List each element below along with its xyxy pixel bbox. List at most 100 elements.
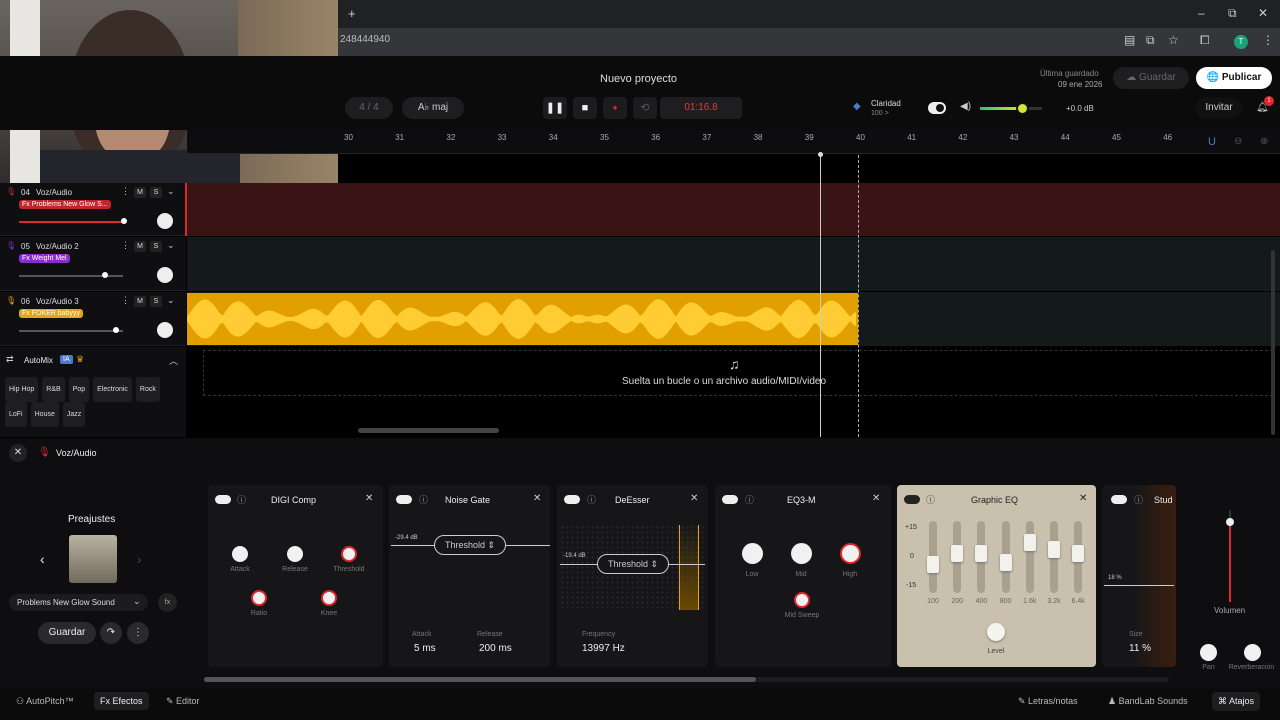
track-volume-handle[interactable]: [113, 327, 119, 333]
audio-clip[interactable]: [187, 293, 858, 345]
project-title[interactable]: Nuevo proyecto: [600, 73, 677, 85]
speaker-icon[interactable]: ◀): [960, 101, 971, 112]
pan-knob[interactable]: [157, 322, 173, 338]
digi-comp-toggle[interactable]: [215, 495, 231, 504]
effects-tab[interactable]: Fx Efectos: [94, 692, 149, 710]
gate-release-value[interactable]: 200 ms: [479, 643, 512, 654]
url-text[interactable]: 248444940: [340, 34, 390, 45]
track-volume-handle[interactable]: [121, 218, 127, 224]
track-menu-icon[interactable]: ⋮: [121, 240, 130, 251]
geq-band-handle[interactable]: [999, 554, 1012, 571]
stop-button[interactable]: ■: [573, 97, 597, 119]
fx-scrollbar-thumb[interactable]: [204, 677, 756, 682]
info-icon[interactable]: ⓘ: [745, 493, 754, 506]
chevron-down-icon[interactable]: ⌄: [167, 186, 175, 197]
lyrics-button[interactable]: ✎ Letras/notas: [1018, 696, 1078, 707]
noise-gate-toggle[interactable]: [396, 495, 412, 504]
geq-band-handle[interactable]: [1048, 541, 1060, 559]
geq-band-handle[interactable]: [975, 545, 988, 562]
bandlab-sounds-button[interactable]: ♟ BandLab Sounds: [1108, 696, 1188, 707]
track-header[interactable]: 🎙︎ 06 Voz/Audio 3 ⋮ M S ⌄ Fx FOKER babyyy: [0, 292, 186, 346]
close-window-button[interactable]: ✕: [1258, 6, 1268, 20]
track-lane-05[interactable]: [187, 237, 1280, 291]
close-icon[interactable]: ✕: [365, 493, 373, 504]
record-button[interactable]: ●: [603, 97, 627, 119]
graphic-eq-toggle[interactable]: [904, 495, 920, 504]
close-panel-button[interactable]: ✕: [9, 444, 27, 462]
close-icon[interactable]: ✕: [533, 493, 541, 504]
genre-chip[interactable]: Rock: [135, 377, 160, 402]
genre-chip[interactable]: Electronic: [93, 377, 132, 402]
mute-button[interactable]: M: [134, 241, 146, 252]
volume-fader-handle[interactable]: [1226, 518, 1234, 526]
magnet-icon[interactable]: U: [1208, 136, 1216, 148]
fx-chain-tag[interactable]: Fx Problems New Glow S...: [19, 200, 111, 209]
solo-button[interactable]: S: [150, 296, 162, 307]
solo-button[interactable]: S: [150, 187, 162, 198]
fx-chain-tag[interactable]: Fx Weight Mel: [19, 254, 70, 263]
track-menu-icon[interactable]: ⋮: [121, 186, 130, 197]
playhead[interactable]: [820, 155, 821, 437]
pause-button[interactable]: ❚❚: [543, 97, 567, 119]
new-tab-button[interactable]: +: [348, 6, 356, 21]
genre-chip[interactable]: Jazz: [62, 402, 86, 427]
fx-chain-tag[interactable]: Fx FOKER babyyy: [19, 309, 83, 318]
preset-next-icon[interactable]: ›: [137, 551, 142, 567]
save-preset-button[interactable]: Guardar: [38, 622, 96, 644]
level-knob[interactable]: [987, 623, 1005, 641]
timeline-scrollbar[interactable]: [358, 428, 499, 433]
track-volume-slider[interactable]: [19, 330, 123, 332]
preset-prev-icon[interactable]: ‹: [40, 551, 45, 567]
close-icon[interactable]: ✕: [872, 493, 880, 504]
geq-band-handle[interactable]: [927, 555, 939, 573]
size-value[interactable]: 11 %: [1129, 643, 1151, 654]
collapse-icon[interactable]: ︿: [169, 354, 178, 367]
genre-chip[interactable]: Pop: [68, 377, 90, 402]
geq-band-handle[interactable]: [1023, 534, 1036, 552]
geq-band-handle[interactable]: [1072, 545, 1085, 562]
ratio-knob[interactable]: [251, 590, 267, 606]
eq3m-toggle[interactable]: [722, 495, 738, 504]
gate-threshold-button[interactable]: Threshold ⇕: [434, 535, 506, 555]
track-volume-handle[interactable]: [102, 272, 108, 278]
info-icon[interactable]: ⓘ: [587, 493, 596, 506]
save-button[interactable]: ☁ Guardar: [1113, 67, 1189, 89]
key-selector[interactable]: A♭ maj: [402, 97, 464, 119]
publish-button[interactable]: 🌐 Publicar: [1196, 67, 1272, 89]
deesser-toggle[interactable]: [564, 495, 580, 504]
genre-chip[interactable]: R&B: [42, 377, 65, 402]
master-volume-slider[interactable]: [980, 102, 1042, 115]
pan-knob[interactable]: [1200, 644, 1217, 661]
track-volume-slider[interactable]: [19, 221, 123, 223]
track-name[interactable]: Voz/Audio: [36, 188, 72, 197]
pan-knob[interactable]: [157, 213, 173, 229]
track-header[interactable]: 🎙︎ 05 Voz/Audio 2 ⋮ M S ⌄ Fx Weight Mel: [0, 237, 186, 291]
editor-tab[interactable]: ✎ Editor: [166, 696, 200, 707]
track-lane-04[interactable]: [187, 183, 1280, 236]
info-icon[interactable]: ⓘ: [1134, 493, 1143, 506]
cast-icon[interactable]: ⧉: [1146, 33, 1155, 48]
profile-avatar[interactable]: T: [1234, 35, 1248, 49]
clear-fx-button[interactable]: fx: [158, 593, 177, 612]
knee-knob[interactable]: [321, 590, 337, 606]
deesser-threshold-button[interactable]: Threshold ⇕: [597, 554, 669, 574]
vertical-scrollbar[interactable]: [1271, 250, 1275, 435]
stud-toggle[interactable]: [1111, 495, 1127, 504]
mute-button[interactable]: M: [134, 296, 146, 307]
loop-button[interactable]: ⟲: [633, 97, 657, 119]
clarity-value[interactable]: 100 >: [871, 110, 889, 117]
high-knob[interactable]: [840, 543, 861, 564]
time-signature[interactable]: 4 / 4: [345, 97, 393, 119]
genre-chip[interactable]: LoFi: [5, 402, 27, 427]
timeline-ruler[interactable]: 30 31 32 33 34 35 36 37 38 39 40 41 42 43 44 45 46: [187, 130, 1280, 154]
preset-thumbnail[interactable]: [69, 535, 117, 583]
clarity-toggle[interactable]: [928, 102, 946, 114]
star-icon[interactable]: ☆: [1168, 33, 1179, 47]
solo-button[interactable]: S: [150, 241, 162, 252]
zoom-out-icon[interactable]: ⊖: [1234, 136, 1242, 147]
close-icon[interactable]: ✕: [1079, 493, 1087, 504]
apps-icon[interactable]: ▤: [1124, 33, 1135, 47]
share-icon[interactable]: ↷: [100, 622, 122, 644]
extensions-icon[interactable]: ⧠: [1200, 33, 1210, 48]
threshold-knob[interactable]: [341, 546, 357, 562]
